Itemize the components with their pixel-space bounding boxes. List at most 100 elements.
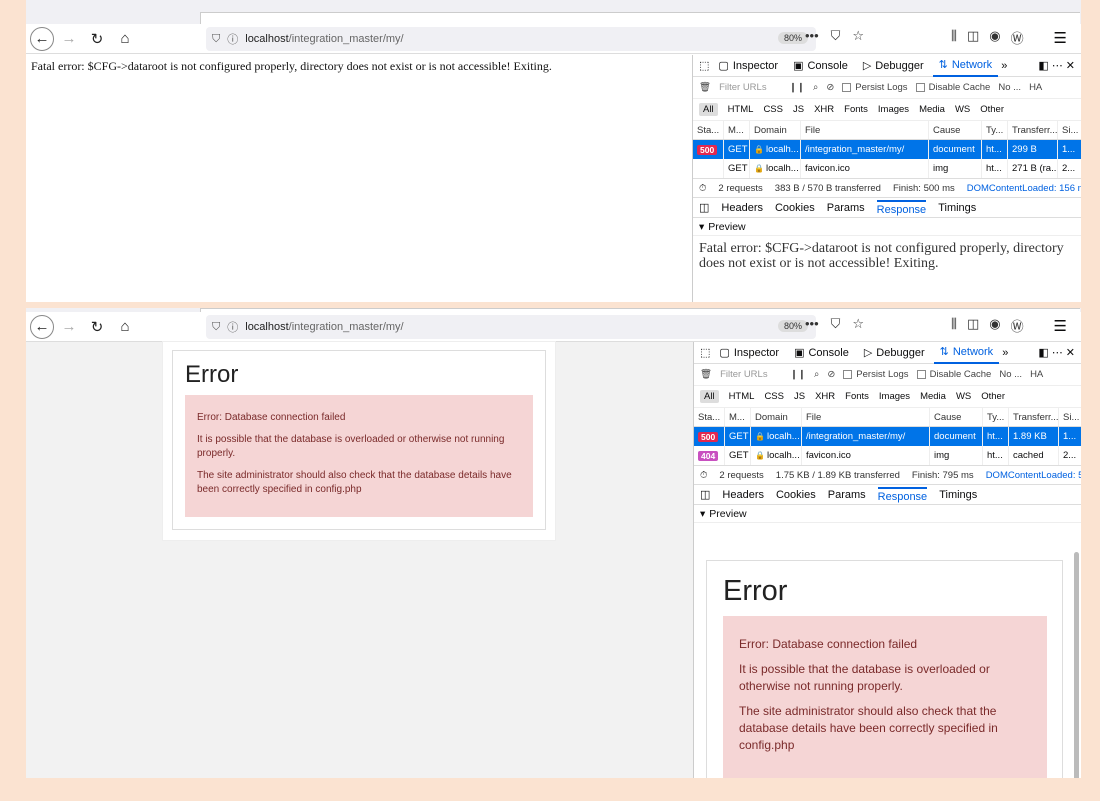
- block-icon[interactable]: ⊘: [827, 369, 835, 380]
- table-row[interactable]: 404 GET 🔒 localh... favicon.ico img ht...…: [694, 446, 1081, 465]
- tab-params[interactable]: Params: [827, 202, 865, 214]
- url-bar[interactable]: ⛉ ⓘ localhost/integration_master/my/ 80%: [206, 315, 816, 339]
- column-transferred[interactable]: Transferr...: [1009, 408, 1059, 426]
- har-menu[interactable]: HA: [1029, 82, 1042, 93]
- tab-cookies[interactable]: Cookies: [775, 202, 815, 214]
- tab-debugger[interactable]: ▷ Debugger: [858, 342, 931, 364]
- tab-response[interactable]: Response: [876, 199, 927, 216]
- column-method[interactable]: M...: [725, 408, 751, 426]
- overflow-chevron-icon[interactable]: »: [1002, 347, 1008, 359]
- account-icon[interactable]: ◉: [989, 316, 1000, 335]
- tab-network[interactable]: ⇅ Network: [933, 342, 1000, 364]
- tab-cookies[interactable]: Cookies: [776, 489, 816, 501]
- block-icon[interactable]: ⊘: [826, 82, 834, 93]
- column-method[interactable]: M...: [724, 121, 750, 139]
- filter-css[interactable]: CSS: [763, 104, 783, 115]
- filter-media[interactable]: Media: [919, 104, 945, 115]
- element-picker-icon[interactable]: ⬚: [699, 59, 709, 72]
- filter-urls-input[interactable]: Filter URLs: [719, 82, 781, 93]
- reload-button[interactable]: ↻: [84, 26, 110, 52]
- search-icon[interactable]: ⌕: [814, 369, 819, 380]
- table-row[interactable]: 500 GET 🔒 localh... /integration_master/m…: [694, 427, 1081, 446]
- column-type[interactable]: Ty...: [982, 121, 1008, 139]
- sidebar-toggle-icon[interactable]: ◫: [699, 201, 709, 214]
- hamburger-menu-icon[interactable]: ☰: [1054, 29, 1067, 47]
- filter-other[interactable]: Other: [980, 104, 1004, 115]
- filter-images[interactable]: Images: [878, 104, 909, 115]
- filter-fonts[interactable]: Fonts: [845, 391, 869, 402]
- table-row[interactable]: GET 🔒 localh... favicon.ico img ht... 271…: [693, 159, 1081, 178]
- column-size[interactable]: Si...: [1058, 121, 1081, 139]
- home-button[interactable]: ⌂: [112, 314, 138, 340]
- forward-button[interactable]: →: [56, 314, 82, 340]
- dock-icon[interactable]: ◧: [1038, 346, 1048, 359]
- zoom-indicator[interactable]: 80%: [777, 32, 808, 44]
- column-file[interactable]: File: [801, 121, 929, 139]
- library-icon[interactable]: ⫼: [951, 28, 957, 47]
- zoom-indicator[interactable]: 80%: [777, 320, 808, 332]
- tab-debugger[interactable]: ▷ Debugger: [857, 55, 930, 77]
- filter-images[interactable]: Images: [879, 391, 910, 402]
- filter-ws[interactable]: WS: [955, 104, 970, 115]
- column-cause[interactable]: Cause: [929, 121, 982, 139]
- bookmark-star-icon[interactable]: ☆: [852, 28, 864, 44]
- filter-urls-input[interactable]: Filter URLs: [720, 369, 782, 380]
- url-bar[interactable]: ⛉ ⓘ localhost/integration_master/my/ 80%: [206, 27, 816, 51]
- throttle-select[interactable]: No ...: [998, 82, 1021, 93]
- filter-ws[interactable]: WS: [956, 391, 971, 402]
- wordpress-icon[interactable]: Ⓦ: [1011, 316, 1024, 335]
- tab-console[interactable]: ▣ Console: [787, 55, 854, 77]
- home-button[interactable]: ⌂: [112, 26, 138, 52]
- sidebar-icon[interactable]: ◫: [967, 28, 979, 47]
- column-domain[interactable]: Domain: [751, 408, 802, 426]
- tab-params[interactable]: Params: [828, 489, 866, 501]
- dock-icon[interactable]: ◧: [1038, 59, 1048, 72]
- column-transferred[interactable]: Transferr...: [1008, 121, 1058, 139]
- devtools-more-icon[interactable]: ⋯: [1052, 346, 1063, 359]
- devtools-more-icon[interactable]: ⋯: [1052, 59, 1063, 72]
- forward-button[interactable]: →: [56, 26, 82, 52]
- active-tab[interactable]: [200, 12, 1080, 24]
- preview-header[interactable]: ▾ Preview: [693, 218, 1081, 236]
- pause-icon[interactable]: ❙❙: [790, 369, 806, 380]
- persist-logs-checkbox[interactable]: Persist Logs: [843, 369, 909, 380]
- element-picker-icon[interactable]: ⬚: [700, 346, 710, 359]
- tab-response[interactable]: Response: [877, 486, 928, 503]
- preview-scrollbar[interactable]: [1074, 552, 1079, 778]
- back-button[interactable]: ←: [30, 26, 54, 51]
- preview-header[interactable]: ▾ Preview: [694, 505, 1081, 523]
- filter-all[interactable]: All: [699, 103, 718, 116]
- account-icon[interactable]: ◉: [989, 28, 1000, 47]
- trash-icon[interactable]: 🗑: [699, 82, 711, 93]
- wordpress-icon[interactable]: Ⓦ: [1011, 28, 1024, 47]
- disable-cache-checkbox[interactable]: Disable Cache: [915, 82, 990, 93]
- table-row[interactable]: 500 GET 🔒 localh... /integration_master/m…: [693, 140, 1081, 159]
- filter-html[interactable]: HTML: [729, 391, 755, 402]
- tab-timings[interactable]: Timings: [938, 202, 976, 214]
- disable-cache-checkbox[interactable]: Disable Cache: [916, 369, 991, 380]
- column-status[interactable]: Sta...: [693, 121, 724, 139]
- tab-headers[interactable]: Headers: [722, 489, 764, 501]
- pause-icon[interactable]: ❙❙: [789, 82, 805, 93]
- filter-all[interactable]: All: [700, 390, 719, 403]
- column-domain[interactable]: Domain: [750, 121, 801, 139]
- overflow-chevron-icon[interactable]: »: [1001, 60, 1007, 72]
- column-size[interactable]: Si...: [1059, 408, 1081, 426]
- tab-timings[interactable]: Timings: [939, 489, 977, 501]
- close-icon[interactable]: ✕: [1066, 59, 1075, 72]
- pocket-icon[interactable]: ⛉: [831, 316, 841, 332]
- column-cause[interactable]: Cause: [930, 408, 983, 426]
- tab-network[interactable]: ⇅ Network: [932, 55, 999, 77]
- tab-inspector[interactable]: ▢ Inspector: [713, 342, 785, 364]
- sidebar-toggle-icon[interactable]: ◫: [700, 488, 710, 501]
- column-file[interactable]: File: [802, 408, 930, 426]
- filter-html[interactable]: HTML: [728, 104, 754, 115]
- filter-css[interactable]: CSS: [764, 391, 784, 402]
- filter-xhr[interactable]: XHR: [814, 104, 834, 115]
- filter-fonts[interactable]: Fonts: [844, 104, 868, 115]
- trash-icon[interactable]: 🗑: [700, 369, 712, 380]
- column-type[interactable]: Ty...: [983, 408, 1009, 426]
- tab-headers[interactable]: Headers: [721, 202, 763, 214]
- close-icon[interactable]: ✕: [1066, 346, 1075, 359]
- bookmark-star-icon[interactable]: ☆: [852, 316, 864, 332]
